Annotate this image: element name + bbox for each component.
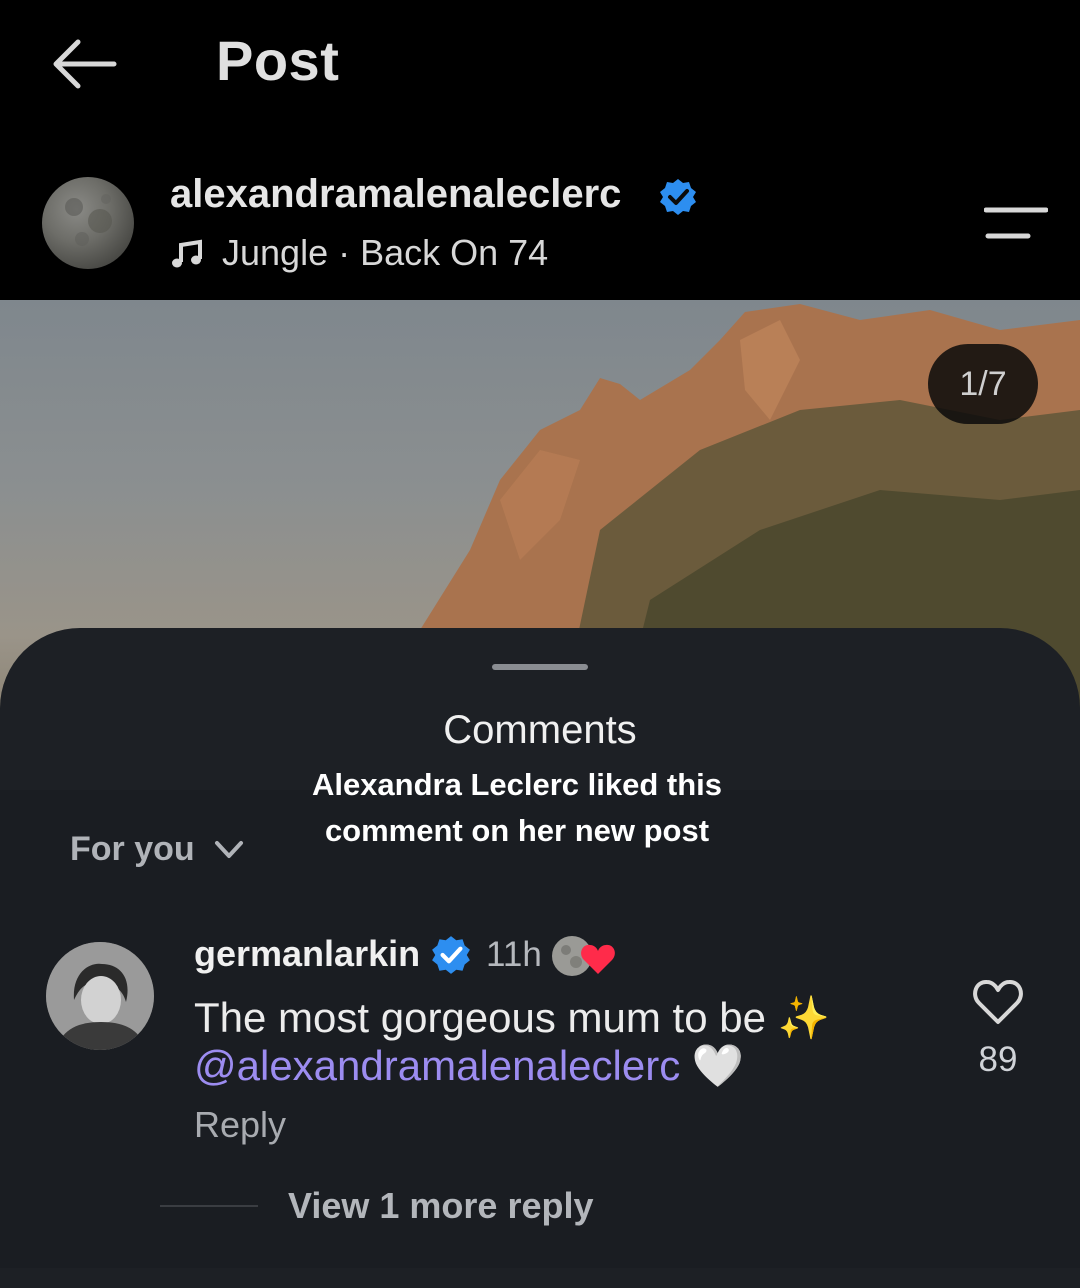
verified-badge-icon (432, 936, 470, 974)
verified-badge-icon (660, 179, 696, 215)
page-title: Post (216, 29, 340, 92)
comment-text: The most gorgeous mum to be ✨ @alexandra… (194, 994, 954, 1090)
author-avatar[interactable] (42, 177, 134, 269)
view-more-replies-button[interactable]: View 1 more reply (288, 1185, 594, 1227)
moon-avatar-image (65, 194, 112, 246)
heart-icon[interactable] (972, 978, 1024, 1026)
mention-link[interactable]: @alexandramalenaleclerc (194, 1042, 680, 1089)
chevron-down-icon[interactable] (214, 838, 244, 862)
menu-icon[interactable] (984, 206, 1048, 242)
comments-title: Comments (443, 708, 637, 752)
like-count: 89 (978, 1040, 1018, 1079)
author-liked-heart-icon (552, 936, 615, 976)
sort-dropdown[interactable]: For you (70, 830, 195, 869)
author-username[interactable]: alexandramalenaleclerc (170, 172, 621, 217)
comment-body: The most gorgeous mum to be ✨ (194, 994, 830, 1041)
commenter-avatar[interactable] (46, 942, 154, 1050)
back-arrow-icon[interactable] (48, 36, 118, 92)
overlay-caption: Alexandra Leclerc liked this comment on … (311, 767, 723, 848)
white-heart-emoji: 🤍 (691, 1042, 745, 1089)
replies-divider (160, 1205, 258, 1207)
comment-timestamp: 11h (486, 935, 542, 974)
music-note-icon (172, 239, 202, 268)
comment-username[interactable]: germanlarkin (194, 933, 420, 975)
sheet-drag-handle[interactable] (492, 664, 588, 670)
reply-button[interactable]: Reply (194, 1104, 286, 1146)
audio-track[interactable]: Jungle · Back On 74 (222, 232, 548, 274)
image-counter-badge: 1/7 (928, 344, 1038, 424)
person-avatar-image (46, 942, 154, 1050)
